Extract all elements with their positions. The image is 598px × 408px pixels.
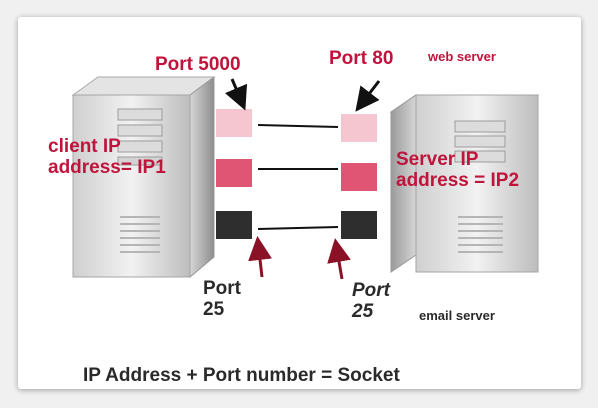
client-port-middle-square: [216, 159, 252, 187]
connection-line-web: [257, 124, 339, 128]
email-server-label: email server: [419, 308, 495, 323]
client-port-25-line1: Port: [203, 278, 241, 299]
server-port-label: Port 80: [329, 48, 394, 69]
arrow-client-port-25: [248, 236, 272, 278]
diagram-card: Port 5000 Port 80 web server client IP a…: [18, 17, 581, 389]
server-port-25-label: Port 25: [352, 280, 390, 322]
client-ip-label: client IP address= IP1: [48, 136, 166, 178]
web-server-label: web server: [428, 49, 496, 64]
socket-equation: IP Address + Port number = Socket: [83, 365, 400, 386]
server-port-middle-square: [341, 163, 377, 191]
arrow-port-5000: [224, 78, 248, 111]
server-ip-line2: address = IP2: [396, 169, 520, 191]
connection-line-email: [257, 226, 339, 230]
server-port-25-line2: 25: [352, 300, 374, 322]
client-ip-line2: address= IP1: [48, 156, 166, 178]
arrow-server-port-25: [327, 238, 351, 280]
client-ip-line1: client IP: [48, 136, 121, 157]
server-port-25-square: [341, 211, 377, 239]
server-ip-label: Server IP address = IP2: [396, 149, 520, 191]
client-port-5000-square: [216, 109, 252, 137]
arrow-port-80: [355, 80, 381, 112]
client-port-label: Port 5000: [155, 54, 241, 75]
server-port-25-line1: Port: [352, 280, 390, 301]
client-port-25-square: [216, 211, 252, 239]
server-ip-line1: Server IP: [396, 149, 479, 170]
server-port-80-square: [341, 114, 377, 142]
client-port-25-line2: 25: [203, 298, 225, 320]
socket-diagram: [71, 76, 540, 280]
client-port-25-label: Port 25: [203, 278, 241, 320]
